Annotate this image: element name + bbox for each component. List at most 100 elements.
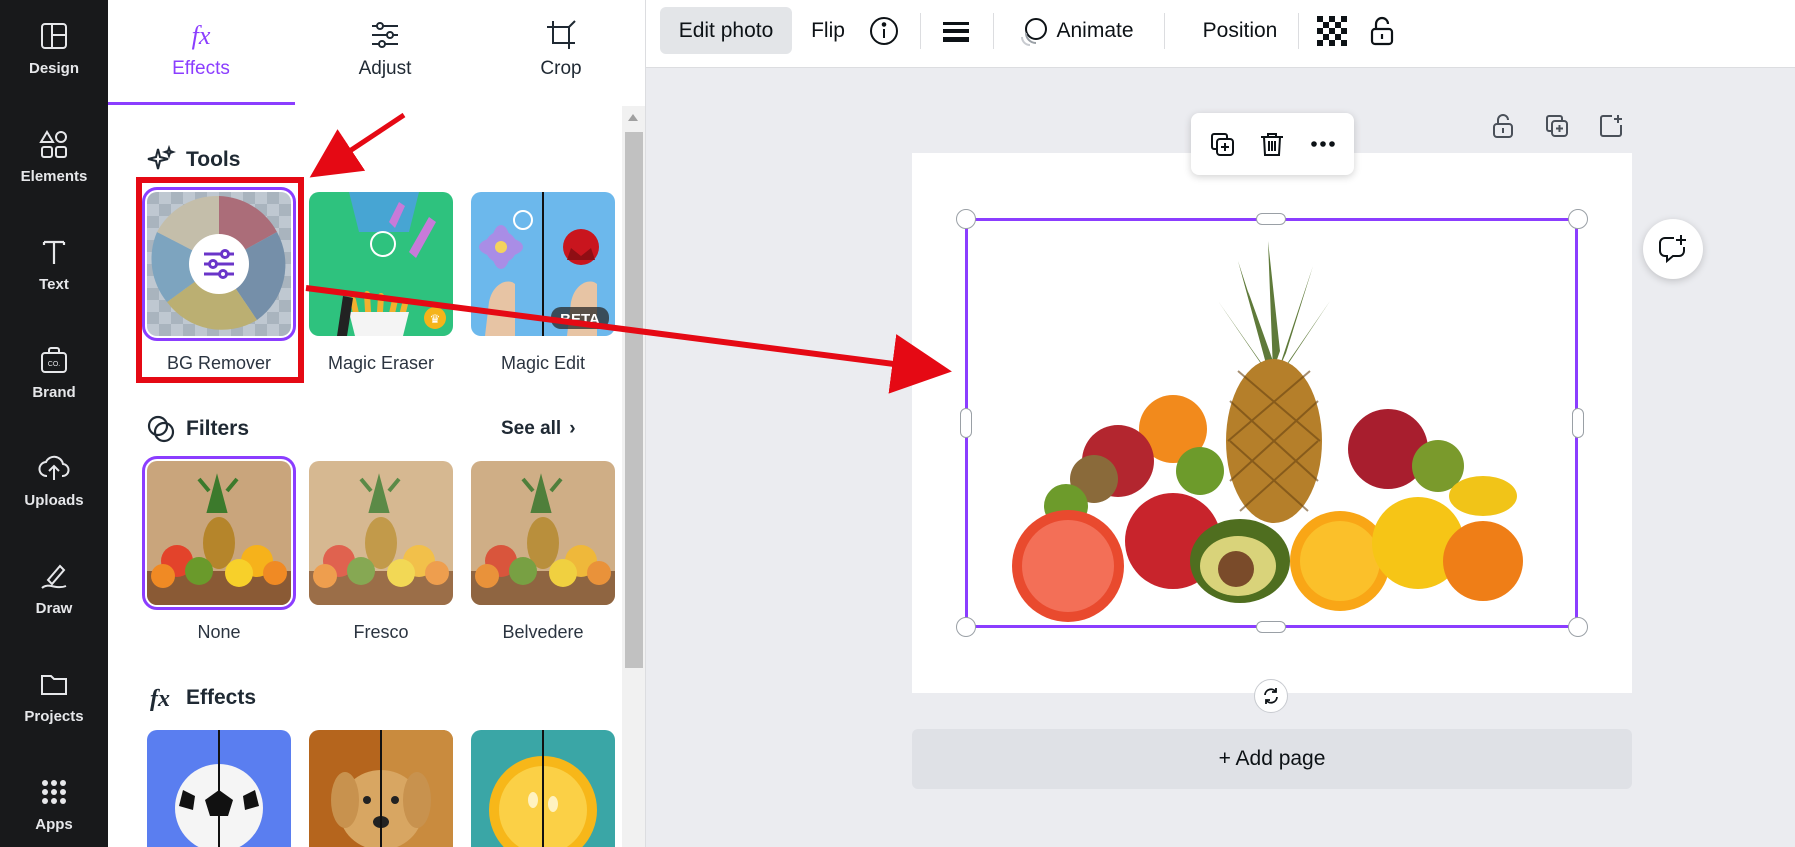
folder-icon [41,675,67,695]
chevron-right-icon: › [569,418,576,439]
tools-title: Tools [186,148,241,171]
resize-handle-bottom-right[interactable] [1568,617,1588,637]
tab-adjust[interactable]: Adjust [330,0,440,106]
lock-button[interactable] [1362,7,1402,54]
side-panel: fx Effects Adjust Crop Tools BG Remover … [108,0,646,847]
filters-heading: Filters [146,414,249,444]
edit-photo-button[interactable]: Edit photo [660,7,792,54]
filter-label: Fresco [353,622,409,642]
duplicate-page-button[interactable] [1540,109,1574,143]
panel-scrollbar[interactable] [622,106,645,847]
tool-magic-edit[interactable]: BETA [471,192,615,336]
rail-item-apps[interactable]: Apps [0,776,108,847]
top-toolbar: Edit photo Flip Animate Position [646,0,1795,68]
border-style-button[interactable] [936,7,976,54]
highlight-box-annotation [136,177,304,383]
flip-button[interactable]: Flip [798,7,858,54]
tab-label: Effects [172,58,230,79]
filter-fresco-thumbnail [309,461,453,605]
filter-belvedere[interactable] [471,461,615,605]
page-lock-button[interactable] [1486,109,1520,143]
rail-item-projects[interactable]: Projects [0,668,108,768]
resize-handle-top[interactable] [1256,213,1286,225]
tool-label: Magic Eraser [327,353,435,373]
resize-handle-left[interactable] [960,408,972,438]
rail-item-elements[interactable]: Elements [0,128,108,228]
rail-label: Elements [20,168,88,185]
tab-label: Crop [540,58,582,79]
tab-crop[interactable]: Crop [506,0,616,106]
selection-frame[interactable] [965,218,1578,628]
add-page-button[interactable]: + Add page [912,729,1632,789]
rail-item-brand[interactable]: CO. Brand [0,344,108,444]
crop-icon [547,20,576,49]
animate-button[interactable]: Animate [1008,7,1144,54]
layout-icon [41,23,67,49]
toolbar-divider [1164,13,1165,49]
add-page-icon-button[interactable] [1594,109,1628,143]
effect-orange-thumbnail [471,730,615,847]
tab-label: Adjust [358,58,412,79]
rail-label: Uploads [24,492,84,509]
info-icon [870,16,898,45]
filter-fresco[interactable] [309,461,453,605]
duplicate-icon [1546,115,1568,137]
tool-label: Magic Edit [500,353,586,373]
resize-handle-bottom[interactable] [1256,621,1286,633]
fx-icon: fx [192,21,211,50]
svg-text:fx: fx [150,686,170,712]
effect-ball-thumbnail [147,730,291,847]
rail-item-design[interactable]: Design [0,20,108,120]
effect-tile-1[interactable] [147,730,291,847]
border-weight-icon [943,21,969,42]
filter-label: None [197,622,241,642]
comment-add-icon [1659,235,1686,264]
rail-label: Draw [35,600,73,617]
panel-tabs: fx Effects Adjust Crop [108,0,645,106]
pen-icon [41,564,67,589]
element-floating-toolbar [1191,113,1354,175]
delete-element-button[interactable] [1253,125,1291,163]
resize-handle-bottom-left[interactable] [956,617,976,637]
see-all-filters-link[interactable]: See all › [501,418,576,440]
tool-magic-eraser[interactable]: ♛ [309,192,453,336]
filter-none[interactable] [142,456,296,610]
sparkle-icon [147,145,176,170]
effect-tile-3[interactable] [471,730,615,847]
animate-label: Animate [1056,18,1134,42]
active-tab-indicator [108,102,295,105]
animate-icon [1021,17,1048,46]
left-rail: Design Elements Text CO. Brand Uploads D… [0,0,108,847]
trash-icon [1261,133,1283,156]
resize-handle-right[interactable] [1572,408,1584,438]
rotate-handle[interactable] [1254,679,1288,713]
position-button[interactable]: Position [1180,7,1300,54]
transparency-button[interactable] [1312,7,1352,54]
filter-label: Belvedere [502,622,584,642]
magic-edit-thumbnail: BETA [471,192,615,336]
rail-item-text[interactable]: Text [0,236,108,336]
info-button[interactable] [864,7,904,54]
add-comment-button[interactable] [1643,219,1703,279]
resize-handle-top-left[interactable] [956,209,976,229]
beta-badge: BETA [560,311,600,328]
rail-item-draw[interactable]: Draw [0,560,108,660]
duplicate-element-button[interactable] [1203,125,1241,163]
toolbar-divider [920,13,921,49]
tab-effects[interactable]: fx Effects [146,0,256,106]
more-horizontal-icon [1311,141,1335,147]
effect-tile-2[interactable] [309,730,453,847]
text-icon [42,240,66,264]
sliders-icon [372,22,398,48]
brand-kit-icon: CO. [41,347,67,373]
duplicate-icon [1211,133,1234,156]
rail-item-uploads[interactable]: Uploads [0,452,108,552]
scrollbar-thumb[interactable] [625,132,643,668]
filters-title: Filters [186,417,250,440]
filter-belvedere-thumbnail [471,461,615,605]
toolbar-divider [993,13,994,49]
resize-handle-top-right[interactable] [1568,209,1588,229]
more-options-button[interactable] [1304,125,1342,163]
rotate-icon [1264,688,1278,704]
scroll-up-arrow-icon[interactable] [628,114,638,121]
